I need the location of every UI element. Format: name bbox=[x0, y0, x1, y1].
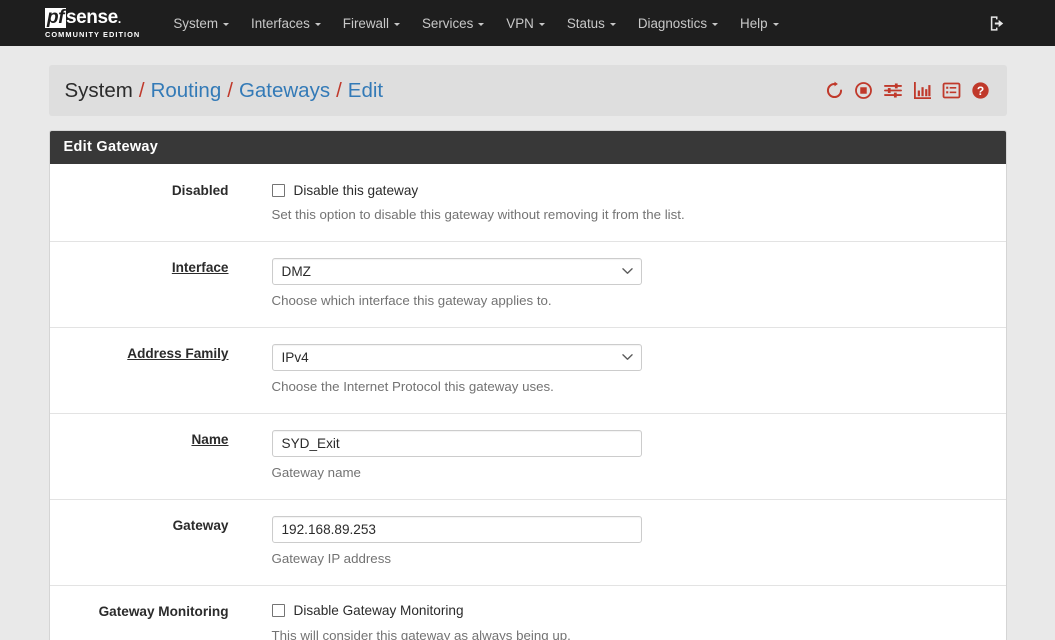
address-family-select-wrap bbox=[272, 344, 642, 371]
interface-select[interactable] bbox=[272, 258, 642, 285]
help-text-disabled: Set this option to disable this gateway … bbox=[272, 206, 1006, 224]
form-field-name: Gateway name bbox=[244, 430, 1006, 482]
breadcrumb-separator: / bbox=[139, 79, 145, 103]
chevron-down-icon bbox=[773, 23, 779, 26]
breadcrumb-item-edit[interactable]: Edit bbox=[348, 79, 383, 103]
form-row-interface: Interface Choose which interface this ga… bbox=[50, 242, 1006, 328]
brand-subtitle: COMMUNITY EDITION bbox=[45, 31, 140, 38]
gateway-input[interactable] bbox=[272, 516, 642, 543]
form-label-disabled: Disabled bbox=[50, 181, 244, 224]
form-field-gateway-monitoring: Disable Gateway Monitoring This will con… bbox=[244, 602, 1006, 640]
breadcrumb: System / Routing / Gateways / Edit bbox=[65, 79, 384, 103]
disable-gateway-checkbox[interactable] bbox=[272, 184, 285, 197]
logout-icon[interactable] bbox=[988, 14, 1007, 33]
nav-item-status[interactable]: Status bbox=[556, 0, 627, 46]
checkbox-row-disable-gateway-monitoring: Disable Gateway Monitoring bbox=[272, 602, 1006, 620]
nav-item-label: Help bbox=[740, 16, 768, 31]
nav-item-label: Firewall bbox=[343, 16, 389, 31]
list-icon[interactable] bbox=[942, 81, 961, 100]
chevron-down-icon bbox=[712, 23, 718, 26]
form-field-address-family: Choose the Internet Protocol this gatewa… bbox=[244, 344, 1006, 396]
disable-gateway-monitoring-checkbox-label[interactable]: Disable Gateway Monitoring bbox=[294, 603, 464, 618]
form-row-name: Name Gateway name bbox=[50, 414, 1006, 500]
help-text-gateway-monitoring: This will consider this gateway as alway… bbox=[272, 627, 1006, 640]
brand-trademark-dot: . bbox=[118, 13, 121, 25]
help-text-gateway: Gateway IP address bbox=[272, 550, 1006, 568]
nav-item-label: System bbox=[173, 16, 218, 31]
form-label-address-family: Address Family bbox=[50, 344, 244, 396]
form-field-gateway: Gateway IP address bbox=[244, 516, 1006, 568]
address-family-select[interactable] bbox=[272, 344, 642, 371]
nav-item-label: Services bbox=[422, 16, 473, 31]
breadcrumb-item-gateways[interactable]: Gateways bbox=[239, 79, 330, 103]
form-row-gateway-monitoring: Gateway Monitoring Disable Gateway Monit… bbox=[50, 586, 1006, 640]
nav-item-label: Status bbox=[567, 16, 605, 31]
nav-item-help[interactable]: Help bbox=[729, 0, 790, 46]
breadcrumb-separator: / bbox=[227, 79, 233, 103]
nav-item-vpn[interactable]: VPN bbox=[495, 0, 556, 46]
interface-select-wrap bbox=[272, 258, 642, 285]
nav-item-system[interactable]: System bbox=[162, 0, 240, 46]
form-label-gateway: Gateway bbox=[50, 516, 244, 568]
svg-text:?: ? bbox=[976, 84, 983, 98]
panel-body: Disabled Disable this gateway Set this o… bbox=[50, 164, 1006, 640]
nav-item-label: VPN bbox=[506, 16, 534, 31]
form-label-name: Name bbox=[50, 430, 244, 482]
chevron-down-icon bbox=[223, 23, 229, 26]
nav-item-interfaces[interactable]: Interfaces bbox=[240, 0, 332, 46]
brand-sense-text: sense bbox=[66, 8, 118, 27]
brand-pf-text: pf bbox=[45, 8, 66, 28]
breadcrumb-item-system: System bbox=[65, 79, 133, 103]
form-field-disabled: Disable this gateway Set this option to … bbox=[244, 181, 1006, 224]
nav-item-label: Interfaces bbox=[251, 16, 310, 31]
stop-icon[interactable] bbox=[854, 81, 873, 100]
navbar-right-actions bbox=[988, 0, 1007, 46]
disable-gateway-checkbox-label[interactable]: Disable this gateway bbox=[294, 183, 419, 198]
name-input[interactable] bbox=[272, 430, 642, 457]
chevron-down-icon bbox=[478, 23, 484, 26]
breadcrumb-item-routing[interactable]: Routing bbox=[151, 79, 222, 103]
page-container: System / Routing / Gateways / Edit bbox=[49, 46, 1007, 640]
help-text-interface: Choose which interface this gateway appl… bbox=[272, 292, 1006, 310]
help-text-address-family: Choose the Internet Protocol this gatewa… bbox=[272, 378, 1006, 396]
top-navbar: pfsense. COMMUNITY EDITION System Interf… bbox=[0, 0, 1055, 46]
help-icon[interactable]: ? bbox=[971, 81, 990, 100]
breadcrumb-separator: / bbox=[336, 79, 342, 103]
form-label-interface: Interface bbox=[50, 258, 244, 310]
sliders-icon[interactable] bbox=[883, 81, 903, 100]
chevron-down-icon bbox=[315, 23, 321, 26]
nav-item-services[interactable]: Services bbox=[411, 0, 495, 46]
nav-item-firewall[interactable]: Firewall bbox=[332, 0, 411, 46]
edit-gateway-panel: Edit Gateway Disabled Disable this gatew… bbox=[49, 130, 1007, 640]
disable-gateway-monitoring-checkbox[interactable] bbox=[272, 604, 285, 617]
nav-menu: System Interfaces Firewall Services VPN … bbox=[162, 0, 789, 46]
nav-item-label: Diagnostics bbox=[638, 16, 707, 31]
checkbox-row-disable-gateway: Disable this gateway bbox=[272, 181, 1006, 199]
form-field-interface: Choose which interface this gateway appl… bbox=[244, 258, 1006, 310]
form-row-disabled: Disabled Disable this gateway Set this o… bbox=[50, 164, 1006, 242]
breadcrumb-actions: ? bbox=[825, 81, 990, 100]
chevron-down-icon bbox=[539, 23, 545, 26]
form-label-gateway-monitoring: Gateway Monitoring bbox=[50, 602, 244, 640]
nav-item-diagnostics[interactable]: Diagnostics bbox=[627, 0, 729, 46]
breadcrumb-bar: System / Routing / Gateways / Edit bbox=[49, 65, 1007, 116]
pfsense-logo[interactable]: pfsense. COMMUNITY EDITION bbox=[45, 8, 140, 38]
form-row-address-family: Address Family Choose the Internet Proto… bbox=[50, 328, 1006, 414]
chevron-down-icon bbox=[610, 23, 616, 26]
brand-wordmark: pfsense. bbox=[45, 8, 140, 28]
form-row-gateway: Gateway Gateway IP address bbox=[50, 500, 1006, 586]
chart-icon[interactable] bbox=[913, 81, 932, 100]
restart-icon[interactable] bbox=[825, 81, 844, 100]
chevron-down-icon bbox=[394, 23, 400, 26]
panel-title: Edit Gateway bbox=[50, 131, 1006, 164]
help-text-name: Gateway name bbox=[272, 464, 1006, 482]
